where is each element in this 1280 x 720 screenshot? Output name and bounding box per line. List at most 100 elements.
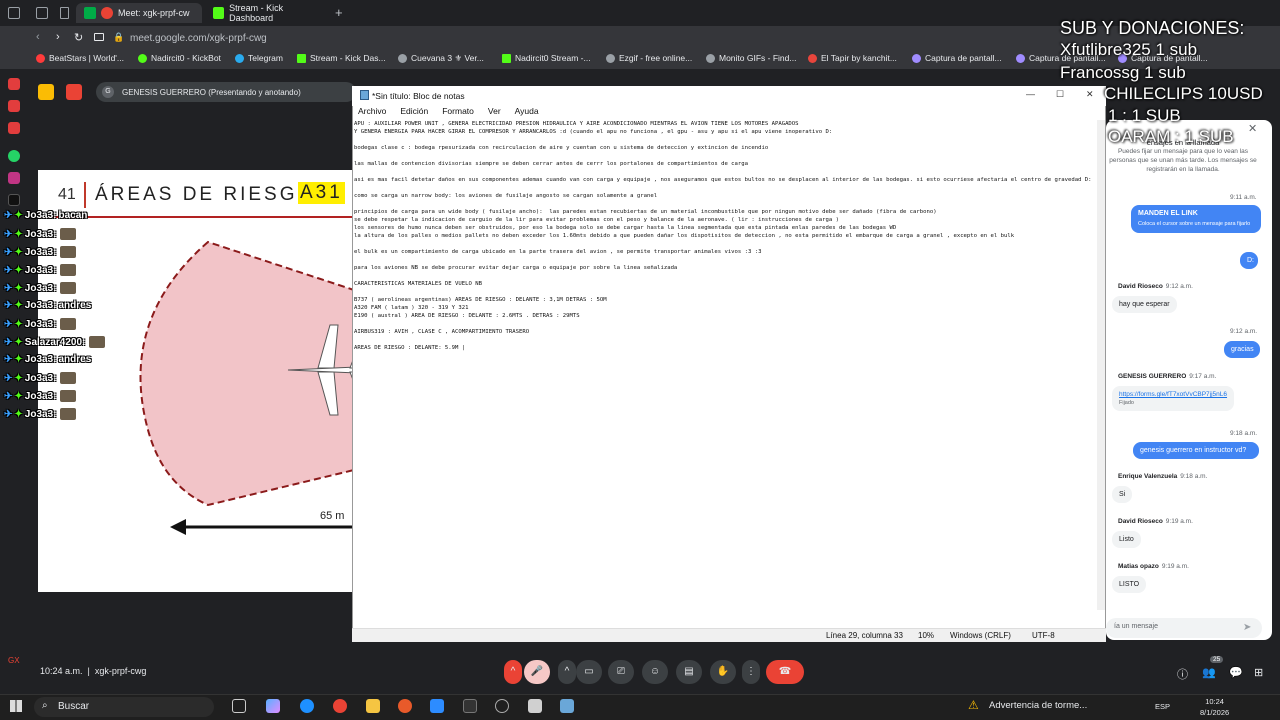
weather-widget[interactable]: Advertencia de torme...	[989, 700, 1087, 711]
chat-text: bacan	[58, 210, 88, 221]
menu-formato[interactable]: Formato	[442, 106, 474, 120]
record-indicator-icon[interactable]	[66, 84, 82, 100]
opera-icon[interactable]	[8, 78, 20, 90]
forward-icon[interactable]: ›	[56, 31, 60, 43]
meeting-code: xgk-prpf-cwg	[94, 666, 147, 676]
tab-recent-icon[interactable]	[60, 7, 69, 19]
chat-bubble-received[interactable]: Listo	[1112, 531, 1141, 548]
sender-name: Matias opazo	[1118, 563, 1159, 570]
present-icon[interactable]	[38, 84, 54, 100]
send-icon[interactable]: ➤	[1243, 622, 1251, 633]
menu-edicion[interactable]: Edición	[400, 106, 428, 120]
bookmark-telegram[interactable]: Telegram	[235, 53, 283, 63]
back-icon[interactable]: ‹	[36, 31, 40, 43]
url-field[interactable]: meet.google.com/xgk-prpf-cwg	[130, 33, 267, 44]
close-icon[interactable]: ✕	[1086, 89, 1094, 100]
kickbot-icon	[138, 53, 147, 63]
leave-call-icon[interactable]: ☎	[766, 660, 804, 684]
instagram-icon[interactable]	[8, 172, 20, 184]
reload-icon[interactable]: ↻	[74, 31, 83, 44]
bookmark-captura-1[interactable]: Captura de pantall...	[912, 53, 1002, 63]
chat-bubble-received[interactable]: https://forms.gle/fT7xotVvCBP7jj5nL6 Fija…	[1112, 386, 1235, 411]
mic-off-icon[interactable]: 🎤	[524, 660, 550, 684]
chat-username: Jo3a3:	[24, 210, 57, 221]
bookmark-cuevana[interactable]: Cuevana 3 ⚜ Ver...	[398, 53, 484, 64]
app-icon[interactable]	[430, 699, 444, 713]
chat-bubble-sent[interactable]: D:	[1240, 252, 1258, 269]
obs-icon[interactable]	[495, 699, 509, 713]
language-indicator[interactable]: ESP	[1155, 702, 1170, 711]
bookmark-nadircit0-stream[interactable]: Nadircit0 Stream -...	[502, 53, 591, 63]
message-sender: David Rioseco 9:12 a.m.	[1118, 283, 1193, 290]
activities-icon[interactable]: ⊞	[1254, 666, 1263, 679]
brave-icon[interactable]	[398, 699, 412, 713]
cast-icon[interactable]	[94, 33, 104, 41]
system-clock[interactable]: 10:24 8/1/2026	[1200, 696, 1229, 718]
copilot-icon[interactable]	[266, 699, 280, 713]
tab-meet[interactable]: Meet: xgk-prpf-cw	[76, 3, 202, 23]
info-icon[interactable]: ⓘ	[1177, 666, 1188, 682]
gx-icon[interactable]: GX	[8, 656, 20, 665]
tab-groups-icon[interactable]	[36, 7, 48, 19]
presenting-chip[interactable]: G GENESIS GUERRERO (Presentando y anotan…	[96, 82, 356, 102]
emote-icon	[89, 336, 106, 348]
notepad-scrollbar[interactable]	[1097, 120, 1105, 610]
tab-search-icon[interactable]	[8, 7, 20, 19]
mic-options-icon[interactable]: ^	[504, 660, 522, 684]
emote-icon	[60, 264, 77, 276]
maximize-icon[interactable]: ☐	[1056, 89, 1064, 100]
chat-bubble-received[interactable]: hay que esperar	[1112, 296, 1177, 313]
notepad-text-area[interactable]: APU : AUXILIAR POWER UNIT , GENERA ELECT…	[354, 120, 1094, 610]
bookmark-monito-gifs[interactable]: Monito GIFs - Find...	[706, 53, 796, 63]
badge-icon: ✈	[4, 408, 13, 420]
bookmark-beatstars[interactable]: BeatStars | World'...	[36, 53, 124, 63]
epic-games-icon[interactable]	[463, 699, 477, 713]
taskbar-search[interactable]: Buscar	[34, 697, 214, 717]
notepad-titlebar[interactable]	[352, 86, 1106, 106]
chat-bubble-received[interactable]: LISTO	[1112, 576, 1147, 593]
app-icon[interactable]	[8, 100, 20, 112]
raise-hand-icon[interactable]: ✋	[710, 660, 736, 684]
sender-name: Enrique Valenzuela	[1118, 473, 1178, 480]
task-view-icon[interactable]	[232, 699, 246, 713]
chat-message-input[interactable]: ía un mensaje	[1106, 618, 1262, 638]
app-icon[interactable]	[8, 122, 20, 134]
site-info-icon[interactable]: 🔒	[113, 32, 124, 43]
chat-bubble-received[interactable]: Si	[1112, 486, 1133, 503]
participants-count: 25	[1210, 656, 1224, 663]
chat-icon[interactable]: 💬	[1229, 666, 1243, 679]
badge-icon: ✦	[14, 390, 23, 402]
edge-icon[interactable]	[300, 699, 314, 713]
camera-icon[interactable]: ▭	[576, 660, 602, 684]
pinned-link[interactable]: https://forms.gle/fT7xotVvCBP7jj5nL6	[1119, 391, 1227, 398]
bookmark-kick-dashboard[interactable]: Stream - Kick Das...	[297, 53, 386, 63]
message-time: 9:12 a.m.	[1230, 328, 1258, 335]
tiktok-icon[interactable]	[8, 194, 20, 206]
bookmark-el-tapir[interactable]: El Tapir by kanchit...	[808, 53, 897, 63]
bookmark-ezgif[interactable]: Ezgif - free online...	[606, 53, 692, 63]
minimize-icon[interactable]: —	[1026, 89, 1035, 99]
notepad-taskbar-icon[interactable]	[560, 699, 574, 713]
menu-ver[interactable]: Ver	[488, 106, 501, 120]
present-screen-icon[interactable]: ⎚	[608, 660, 634, 684]
chat-bubble-sent[interactable]: genesis guerrero en instructor vd?	[1133, 442, 1259, 459]
bookmark-kickbot[interactable]: Nadircit0 - KickBot	[138, 53, 221, 63]
chat-bubble-sent[interactable]: MANDEN EL LINK Coloca el cursor sobre un …	[1131, 205, 1261, 233]
whatsapp-icon[interactable]	[8, 150, 20, 162]
chat-close-icon[interactable]: ✕	[1248, 122, 1257, 135]
file-explorer-icon[interactable]	[366, 699, 380, 713]
new-tab-icon[interactable]: +	[335, 5, 343, 20]
slide-title: ÁREAS DE RIESGO	[95, 184, 316, 205]
captions-icon[interactable]: ▤	[676, 660, 702, 684]
chat-bubble-sent[interactable]: gracias	[1224, 341, 1260, 358]
menu-ayuda[interactable]: Ayuda	[515, 106, 539, 120]
tab-kick[interactable]: Stream - Kick Dashboard	[205, 3, 330, 23]
emoji-icon[interactable]: ☺	[642, 660, 668, 684]
camera-options-icon[interactable]: ^	[558, 660, 576, 684]
more-options-icon[interactable]: ⋮	[742, 660, 760, 684]
windows-start-icon[interactable]	[10, 700, 22, 712]
app-icon[interactable]	[528, 699, 542, 713]
menu-archivo[interactable]: Archivo	[358, 106, 386, 120]
opera-gx-icon[interactable]	[333, 699, 347, 713]
participants-icon[interactable]: 👥	[1202, 666, 1216, 679]
